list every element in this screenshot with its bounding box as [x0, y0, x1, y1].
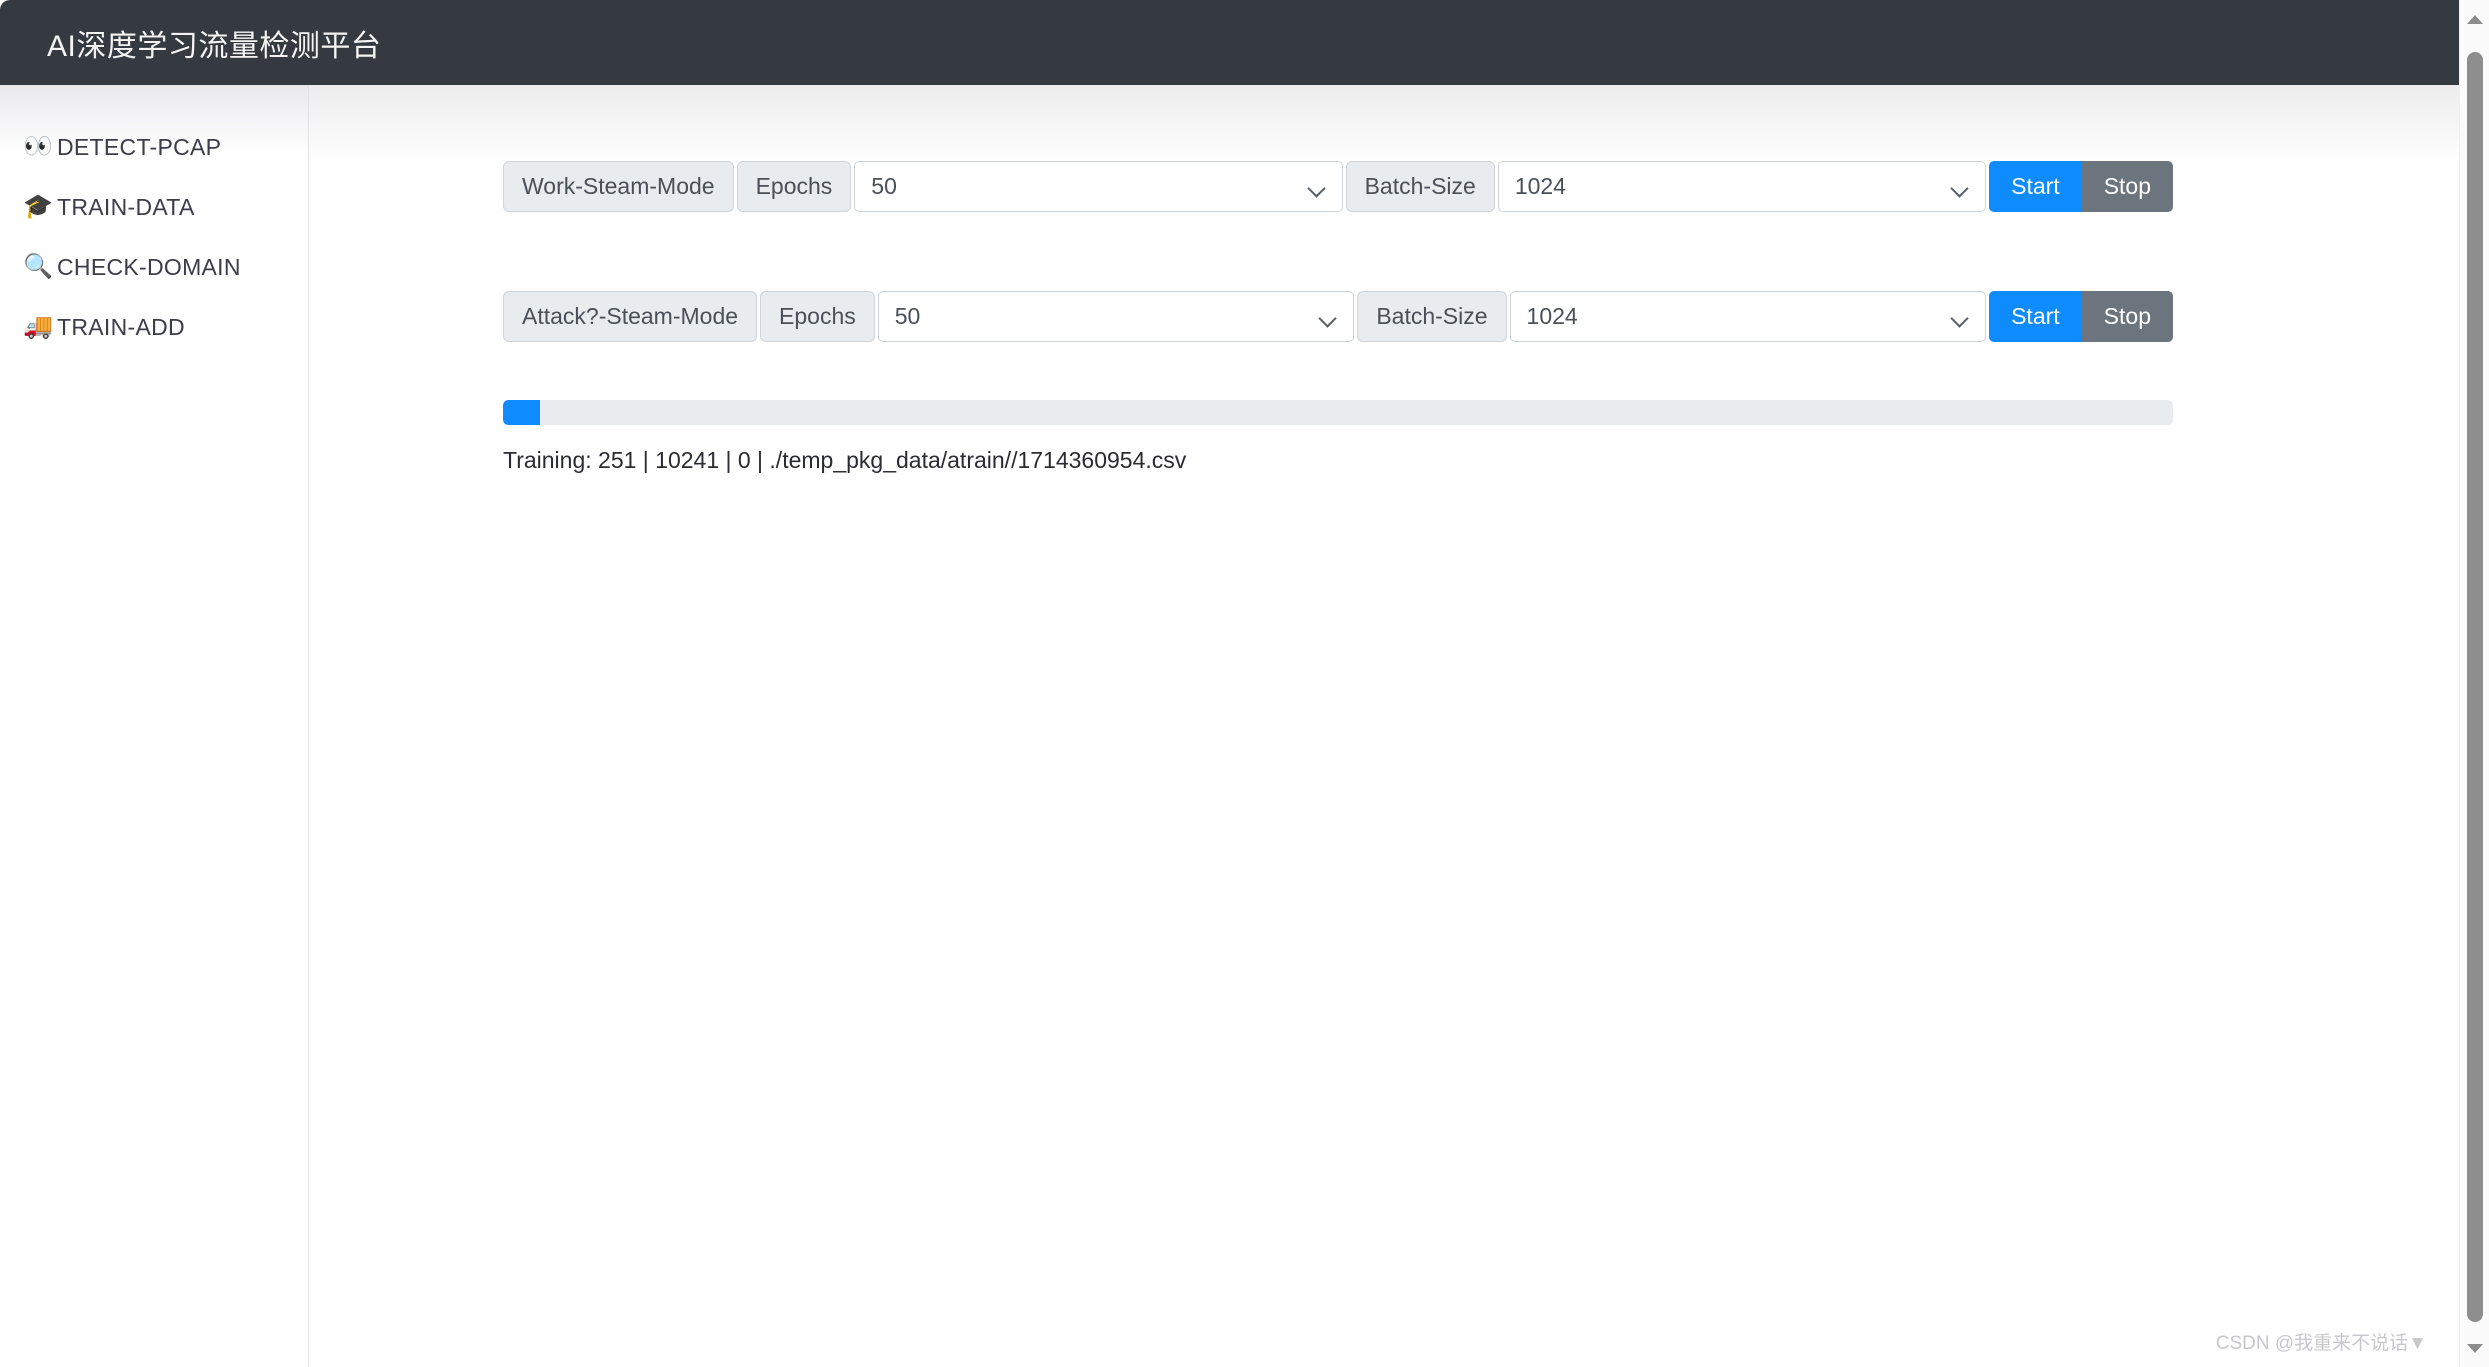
progress-bar-fill [503, 400, 540, 425]
batch-size-select[interactable]: 1024 [1509, 291, 1987, 342]
attack-mode-label: Attack?-Steam-Mode [503, 291, 758, 342]
truck-icon: 🚚 [23, 313, 53, 340]
app-header: AI深度学习流量检测平台 [0, 0, 2459, 85]
stop-button[interactable]: Stop [2081, 161, 2174, 212]
content-inner: Work-Steam-Mode Epochs 50 Batch-Size 102… [503, 161, 2174, 474]
main-content: Work-Steam-Mode Epochs 50 Batch-Size 102… [309, 85, 2459, 1367]
epochs-select-wrap: 50 [877, 291, 1355, 342]
batch-size-select-wrap: 1024 [1509, 291, 1987, 342]
page-title: AI深度学习流量检测平台 [47, 29, 382, 63]
stop-button[interactable]: Stop [2081, 291, 2173, 342]
epochs-select-wrap: 50 [854, 161, 1343, 212]
batch-size-label: Batch-Size [1345, 161, 1495, 212]
sidebar: 👀 DETECT-PCAP 🎓 TRAIN-DATA 🔍 CHECK-DOMAI… [0, 85, 309, 1367]
training-status-text: Training: 251 | 10241 | 0 | ./temp_pkg_d… [503, 447, 1187, 473]
sidebar-item-label: TRAIN-ADD [57, 313, 185, 340]
csdn-watermark: CSDN @我重来不说话▼ [2215, 1333, 2427, 1354]
batch-size-label: Batch-Size [1357, 291, 1507, 342]
start-button[interactable]: Start [1989, 161, 2082, 212]
progress-bar [503, 400, 2173, 425]
magnifier-icon: 🔍 [23, 253, 53, 280]
batch-size-select[interactable]: 1024 [1497, 161, 1987, 212]
epochs-label: Epochs [760, 291, 875, 342]
eyes-icon: 👀 [23, 133, 53, 160]
epochs-select[interactable]: 50 [854, 161, 1343, 212]
work-mode-label: Work-Steam-Mode [503, 161, 734, 212]
sidebar-item-label: DETECT-PCAP [57, 133, 222, 160]
sidebar-item-label: TRAIN-DATA [57, 193, 195, 220]
graduation-cap-icon: 🎓 [23, 193, 53, 220]
sidebar-item-check-domain[interactable]: 🔍 CHECK-DOMAIN [0, 237, 308, 297]
epochs-select[interactable]: 50 [877, 291, 1355, 342]
epochs-label: Epochs [736, 161, 852, 212]
scroll-up-arrow-icon[interactable] [2460, 4, 2489, 34]
attack-steam-mode-row: Attack?-Steam-Mode Epochs 50 Batch-Size … [503, 291, 2173, 342]
app-root: AI深度学习流量检测平台 👀 DETECT-PCAP 🎓 TRAIN-DATA … [0, 0, 2489, 1367]
scrollbar-thumb[interactable] [2467, 52, 2483, 1322]
sidebar-item-detect-pcap[interactable]: 👀 DETECT-PCAP [0, 117, 308, 177]
body-wrapper: 👀 DETECT-PCAP 🎓 TRAIN-DATA 🔍 CHECK-DOMAI… [0, 85, 2459, 1367]
sidebar-item-label: CHECK-DOMAIN [57, 253, 241, 280]
scroll-down-arrow-icon[interactable] [2460, 1333, 2489, 1363]
training-progress-block: Training: 251 | 10241 | 0 | ./temp_pkg_d… [503, 400, 2173, 474]
sidebar-item-train-add[interactable]: 🚚 TRAIN-ADD [0, 297, 308, 357]
batch-size-select-wrap: 1024 [1497, 161, 1987, 212]
work-steam-mode-row: Work-Steam-Mode Epochs 50 Batch-Size 102… [503, 161, 2174, 212]
vertical-scrollbar[interactable] [2459, 0, 2489, 1367]
start-button[interactable]: Start [1989, 291, 2082, 342]
sidebar-item-train-data[interactable]: 🎓 TRAIN-DATA [0, 177, 308, 237]
